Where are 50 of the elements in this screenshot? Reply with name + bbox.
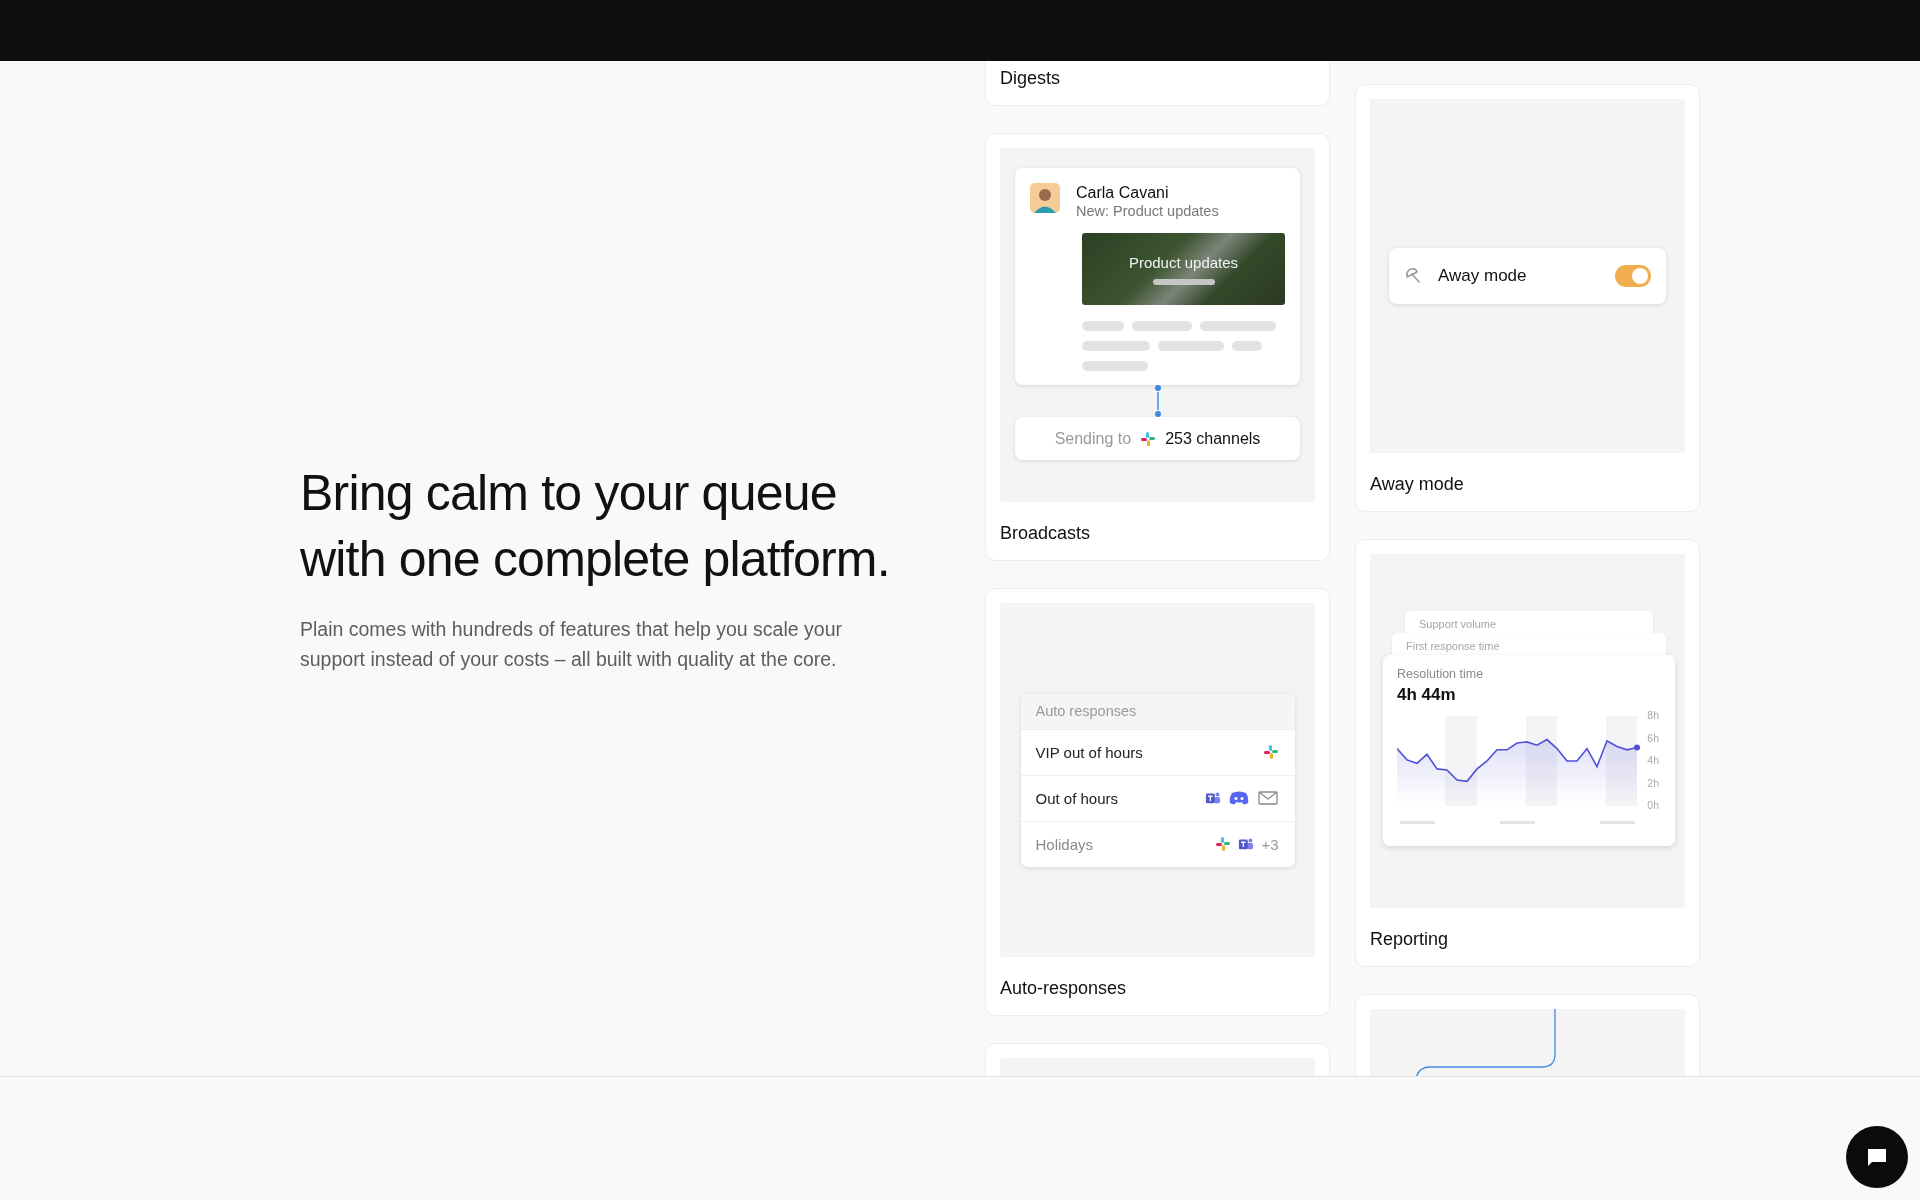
axis-tick-label: 4h bbox=[1647, 754, 1659, 766]
connector-line bbox=[1153, 385, 1162, 417]
recipients-prefix: Sending to bbox=[1054, 429, 1132, 448]
axis-tick-label: 8h bbox=[1647, 711, 1659, 721]
team-chat-icon bbox=[1204, 790, 1221, 806]
card-title: Digests bbox=[1000, 67, 1062, 89]
envelope-icon bbox=[1256, 790, 1279, 806]
hero-heading: Bring calm to your queue with one complete platform. bbox=[300, 463, 891, 589]
feature-card[interactable]: Digests bbox=[985, 61, 1330, 106]
text-placeholder-bar bbox=[1152, 278, 1215, 285]
rule-name: Holidays bbox=[1035, 835, 1094, 853]
panel-heading: Auto responses bbox=[1020, 693, 1295, 729]
feature-card[interactable]: Carla Cavani New: Product updates Product updates Sending to 253 channels Broadcasts bbox=[985, 133, 1330, 561]
toggle-switch[interactable] bbox=[1615, 265, 1651, 287]
card-title: Broadcasts bbox=[1000, 522, 1092, 544]
recipients-count: 253 channels bbox=[1165, 429, 1261, 448]
sender-name: Carla Cavani bbox=[1076, 183, 1170, 202]
feature-card[interactable]: Support volume First response time Resolution time 4h 44m 8h 6h 4h 2h 0h Reporting bbox=[1355, 539, 1700, 967]
game-controller-icon bbox=[1227, 790, 1250, 806]
metric-label: Resolution time bbox=[1397, 667, 1485, 681]
team-chat-icon bbox=[1238, 836, 1255, 852]
axis-tick-label: 0h bbox=[1647, 799, 1659, 811]
text-placeholder-bar bbox=[1232, 341, 1262, 351]
banner-title: Product updates bbox=[1128, 253, 1239, 271]
text-placeholder-bar bbox=[1158, 341, 1224, 351]
axis-tick-label: 2h bbox=[1647, 776, 1659, 789]
rule-name: Out of hours bbox=[1035, 789, 1119, 807]
report-title: Support volume bbox=[1418, 617, 1498, 630]
more-count: +3 bbox=[1261, 835, 1279, 853]
pinwheel-icon bbox=[1215, 836, 1232, 852]
card-title: Away mode bbox=[1370, 473, 1465, 495]
feature-card[interactable]: Away mode Away mode bbox=[1355, 84, 1700, 512]
axis-tick-label: 6h bbox=[1647, 731, 1659, 744]
avatar-icon bbox=[1030, 183, 1060, 213]
text-placeholder-bar bbox=[1082, 361, 1148, 371]
pinwheel-icon bbox=[1140, 430, 1157, 447]
text-placeholder-bar bbox=[1082, 321, 1124, 331]
report-title: First response time bbox=[1405, 639, 1501, 652]
away-mode-label: Away mode bbox=[1438, 266, 1528, 286]
pinwheel-icon bbox=[1262, 744, 1279, 760]
card-title: Reporting bbox=[1370, 928, 1450, 950]
hero-description: Plain comes with hundreds of features that help you scale your support instead of your costs – all built with quality at the core. bbox=[300, 616, 843, 672]
text-placeholder-bar bbox=[1082, 341, 1150, 351]
metric-value: 4h 44m bbox=[1397, 685, 1457, 705]
message-subject: New: Product updates bbox=[1076, 202, 1219, 221]
rule-name: VIP out of hours bbox=[1035, 743, 1143, 761]
card-title: Auto-responses bbox=[1000, 977, 1128, 999]
feature-card[interactable]: Auto responses VIP out of hours Out of hours Holidays +3 Auto-responses bbox=[985, 588, 1330, 1016]
umbrella-icon bbox=[1404, 267, 1422, 285]
text-placeholder-bar bbox=[1132, 321, 1192, 331]
